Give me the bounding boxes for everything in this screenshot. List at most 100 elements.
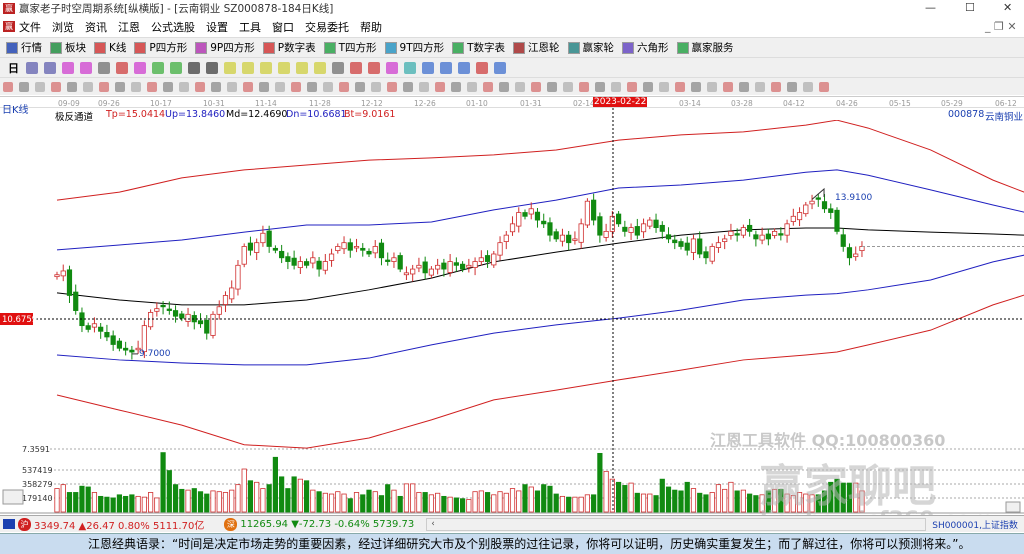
draw-tool-32-icon[interactable]	[499, 81, 509, 92]
indicator-a-icon[interactable]	[62, 61, 74, 74]
draw-tool-37-icon[interactable]	[579, 81, 589, 92]
toolbar-9t-square-button[interactable]: 9T四方形	[384, 40, 444, 55]
sector-icon[interactable]	[404, 61, 416, 74]
toolbar-quote-grid-button[interactable]: 行情	[6, 40, 42, 55]
maximize-button[interactable]: ☐	[965, 1, 975, 14]
print-icon[interactable]	[494, 61, 506, 74]
menu-file[interactable]: 文件	[19, 19, 41, 35]
period-select[interactable]: 日	[8, 60, 19, 76]
next-icon[interactable]	[206, 61, 218, 74]
mdi-window-controls[interactable]: _ ❐ ✕	[985, 20, 1017, 33]
draw-tool-42-icon[interactable]	[659, 81, 669, 92]
toolbar-p-number-table-button[interactable]: P数字表	[262, 40, 316, 55]
menu-window[interactable]: 窗口	[272, 19, 294, 35]
draw-tool-44-icon[interactable]	[691, 81, 701, 92]
toolbar-sector-blocks-button[interactable]: 板块	[50, 40, 86, 55]
draw-tool-24-icon[interactable]	[371, 81, 381, 92]
draw-tool-49-icon[interactable]	[771, 81, 781, 92]
draw-tool-29-icon[interactable]	[451, 81, 461, 92]
minimize-button[interactable]: —	[925, 1, 936, 14]
calculator-icon[interactable]	[440, 61, 452, 74]
index-selector[interactable]: SH000001,上证指数	[932, 518, 1018, 531]
draw-tool-47-icon[interactable]	[739, 81, 749, 92]
draw-tool-3-icon[interactable]	[35, 81, 45, 92]
first-icon[interactable]	[152, 61, 164, 74]
draw-tool-12-icon[interactable]	[179, 81, 189, 92]
toolbar-dollar-service-button[interactable]: 赢家服务	[676, 40, 734, 55]
cursor-icon[interactable]	[98, 61, 110, 74]
draw-tool-34-icon[interactable]	[531, 81, 541, 92]
draw-tool-22-icon[interactable]	[339, 81, 349, 92]
menu-settings[interactable]: 设置	[206, 19, 228, 35]
toolbar-p-square-button[interactable]: P四方形	[134, 40, 187, 55]
draw-tool-35-icon[interactable]	[547, 81, 557, 92]
crosshair-icon[interactable]	[350, 61, 362, 74]
draw-tool-10-icon[interactable]	[147, 81, 157, 92]
draw-tool-4-icon[interactable]	[51, 81, 61, 92]
toolbar-t-square-button[interactable]: T四方形	[323, 40, 377, 55]
toolbar-t-number-table-button[interactable]: T数字表	[452, 40, 505, 55]
draw-tool-18-icon[interactable]	[275, 81, 285, 92]
draw-tool-20-icon[interactable]	[307, 81, 317, 92]
draw-tool-33-icon[interactable]	[515, 81, 525, 92]
draw-line-icon[interactable]	[368, 61, 380, 74]
close-button[interactable]: ✕	[1003, 1, 1012, 14]
draw-tool-1-icon[interactable]	[3, 81, 13, 92]
toolbar-winner-wheel-button[interactable]: 赢家轮	[567, 40, 614, 55]
collapse-button[interactable]	[1005, 501, 1021, 513]
move-r-icon[interactable]	[314, 61, 326, 74]
draw-tool-9-icon[interactable]	[131, 81, 141, 92]
calendar-mark-icon[interactable]	[386, 61, 398, 74]
volume-toggle-button[interactable]	[2, 489, 24, 505]
draw-tool-52-icon[interactable]	[819, 81, 829, 92]
draw-tool-26-icon[interactable]	[403, 81, 413, 92]
expand-icon[interactable]	[278, 61, 290, 74]
draw-tool-28-icon[interactable]	[435, 81, 445, 92]
calculator-icon[interactable]	[3, 519, 15, 529]
draw-tool-39-icon[interactable]	[611, 81, 621, 92]
draw-tool-6-icon[interactable]	[83, 81, 93, 92]
draw-tool-17-icon[interactable]	[259, 81, 269, 92]
save-icon[interactable]	[476, 61, 488, 74]
draw-tool-2-icon[interactable]	[19, 81, 29, 92]
draw-tool-43-icon[interactable]	[675, 81, 685, 92]
zoom-out-icon[interactable]	[242, 61, 254, 74]
draw-tool-50-icon[interactable]	[787, 81, 797, 92]
hand-icon[interactable]	[332, 61, 344, 74]
draw-tool-15-icon[interactable]	[227, 81, 237, 92]
draw-tool-36-icon[interactable]	[563, 81, 573, 92]
draw-tool-51-icon[interactable]	[803, 81, 813, 92]
menu-help[interactable]: 帮助	[360, 19, 382, 35]
move-l-icon[interactable]	[296, 61, 308, 74]
draw-tool-31-icon[interactable]	[483, 81, 493, 92]
draw-tool-16-icon[interactable]	[243, 81, 253, 92]
layout-icon[interactable]	[26, 61, 38, 74]
menu-formula[interactable]: 公式选股	[151, 19, 195, 35]
menu-news[interactable]: 资讯	[85, 19, 107, 35]
toolbar-candlestick-button[interactable]: K线	[94, 40, 126, 55]
draw-tool-14-icon[interactable]	[211, 81, 221, 92]
draw-tool-19-icon[interactable]	[291, 81, 301, 92]
draw-tool-25-icon[interactable]	[387, 81, 397, 92]
zoom-in-icon[interactable]	[224, 61, 236, 74]
flag-icon[interactable]	[134, 61, 146, 74]
note-icon[interactable]	[44, 61, 56, 74]
draw-tool-5-icon[interactable]	[67, 81, 77, 92]
draw-tool-7-icon[interactable]	[99, 81, 109, 92]
draw-tool-21-icon[interactable]	[323, 81, 333, 92]
draw-tool-27-icon[interactable]	[419, 81, 429, 92]
draw-tool-13-icon[interactable]	[195, 81, 205, 92]
draw-tool-46-icon[interactable]	[723, 81, 733, 92]
draw-tool-30-icon[interactable]	[467, 81, 477, 92]
prev-icon[interactable]	[188, 61, 200, 74]
indicator-b-icon[interactable]	[80, 61, 92, 74]
draw-tool-23-icon[interactable]	[355, 81, 365, 92]
draw-tool-38-icon[interactable]	[595, 81, 605, 92]
draw-tool-48-icon[interactable]	[755, 81, 765, 92]
horizontal-scrollbar[interactable]: ‹	[426, 517, 927, 531]
calendar-icon[interactable]	[422, 61, 434, 74]
draw-tool-40-icon[interactable]	[627, 81, 637, 92]
menu-gann[interactable]: 江恩	[118, 19, 140, 35]
draw-tool-8-icon[interactable]	[115, 81, 125, 92]
menu-trade[interactable]: 交易委托	[305, 19, 349, 35]
